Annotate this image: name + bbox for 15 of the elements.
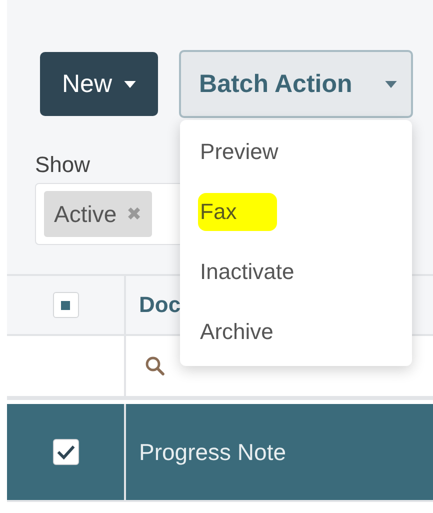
filter-label: Show bbox=[35, 152, 90, 178]
row-checkbox[interactable] bbox=[52, 439, 78, 465]
menu-item[interactable]: Archive bbox=[180, 302, 412, 362]
search-icon[interactable] bbox=[145, 356, 165, 376]
column-header[interactable]: Doc bbox=[139, 292, 181, 318]
table-cell: Progress Note bbox=[139, 438, 286, 466]
select-all-checkbox[interactable] bbox=[52, 292, 78, 318]
table-row[interactable]: Progress Note bbox=[7, 404, 433, 502]
menu-item[interactable]: Inactivate bbox=[180, 242, 412, 302]
caret-icon bbox=[124, 80, 136, 88]
tag-label: Active bbox=[54, 200, 117, 228]
new-button[interactable]: New bbox=[40, 52, 158, 116]
batch-action-button[interactable]: Batch Action bbox=[179, 50, 414, 118]
menu-item[interactable]: Preview bbox=[180, 122, 412, 182]
caret-icon bbox=[385, 80, 398, 88]
